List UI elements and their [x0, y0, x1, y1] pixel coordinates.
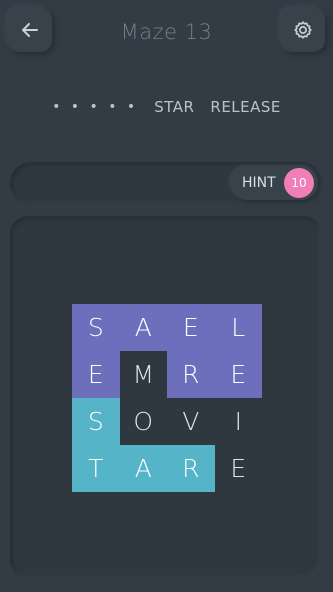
hint-count-badge: 10 [284, 168, 314, 198]
letter-tile[interactable]: M [119, 351, 167, 398]
letter-tile[interactable]: I [214, 398, 262, 445]
letter-tile[interactable]: E [214, 351, 262, 398]
letter-tile[interactable]: E [72, 351, 120, 398]
letter-tile[interactable]: V [167, 398, 215, 445]
found-word: RELEASE [210, 98, 281, 116]
hint-label: HINT [242, 175, 276, 191]
letter-grid: SAELEMRESOVITARE [72, 304, 262, 492]
settings-button[interactable] [281, 8, 325, 52]
letter-tile[interactable]: T [72, 445, 120, 492]
gear-icon [294, 21, 312, 39]
found-word: STAR [154, 98, 195, 116]
letter-tile[interactable]: S [72, 398, 120, 445]
game-board: SAELEMRESOVITARE [10, 216, 322, 578]
letter-tile[interactable]: R [167, 445, 215, 492]
hidden-word-dots: • • • • • [52, 99, 139, 115]
hint-button[interactable]: HINT 10 [230, 166, 318, 200]
letter-tile[interactable]: E [214, 445, 262, 492]
letter-tile[interactable]: O [119, 398, 167, 445]
letter-tile[interactable]: R [167, 351, 215, 398]
letter-tile[interactable]: A [119, 304, 167, 351]
letter-tile[interactable]: S [72, 304, 120, 351]
letter-tile[interactable]: E [167, 304, 215, 351]
letter-tile[interactable]: A [119, 445, 167, 492]
letter-tile[interactable]: L [214, 304, 262, 351]
found-words-row: • • • • • STAR RELEASE [0, 98, 333, 116]
hint-bar: HINT 10 [10, 162, 322, 204]
